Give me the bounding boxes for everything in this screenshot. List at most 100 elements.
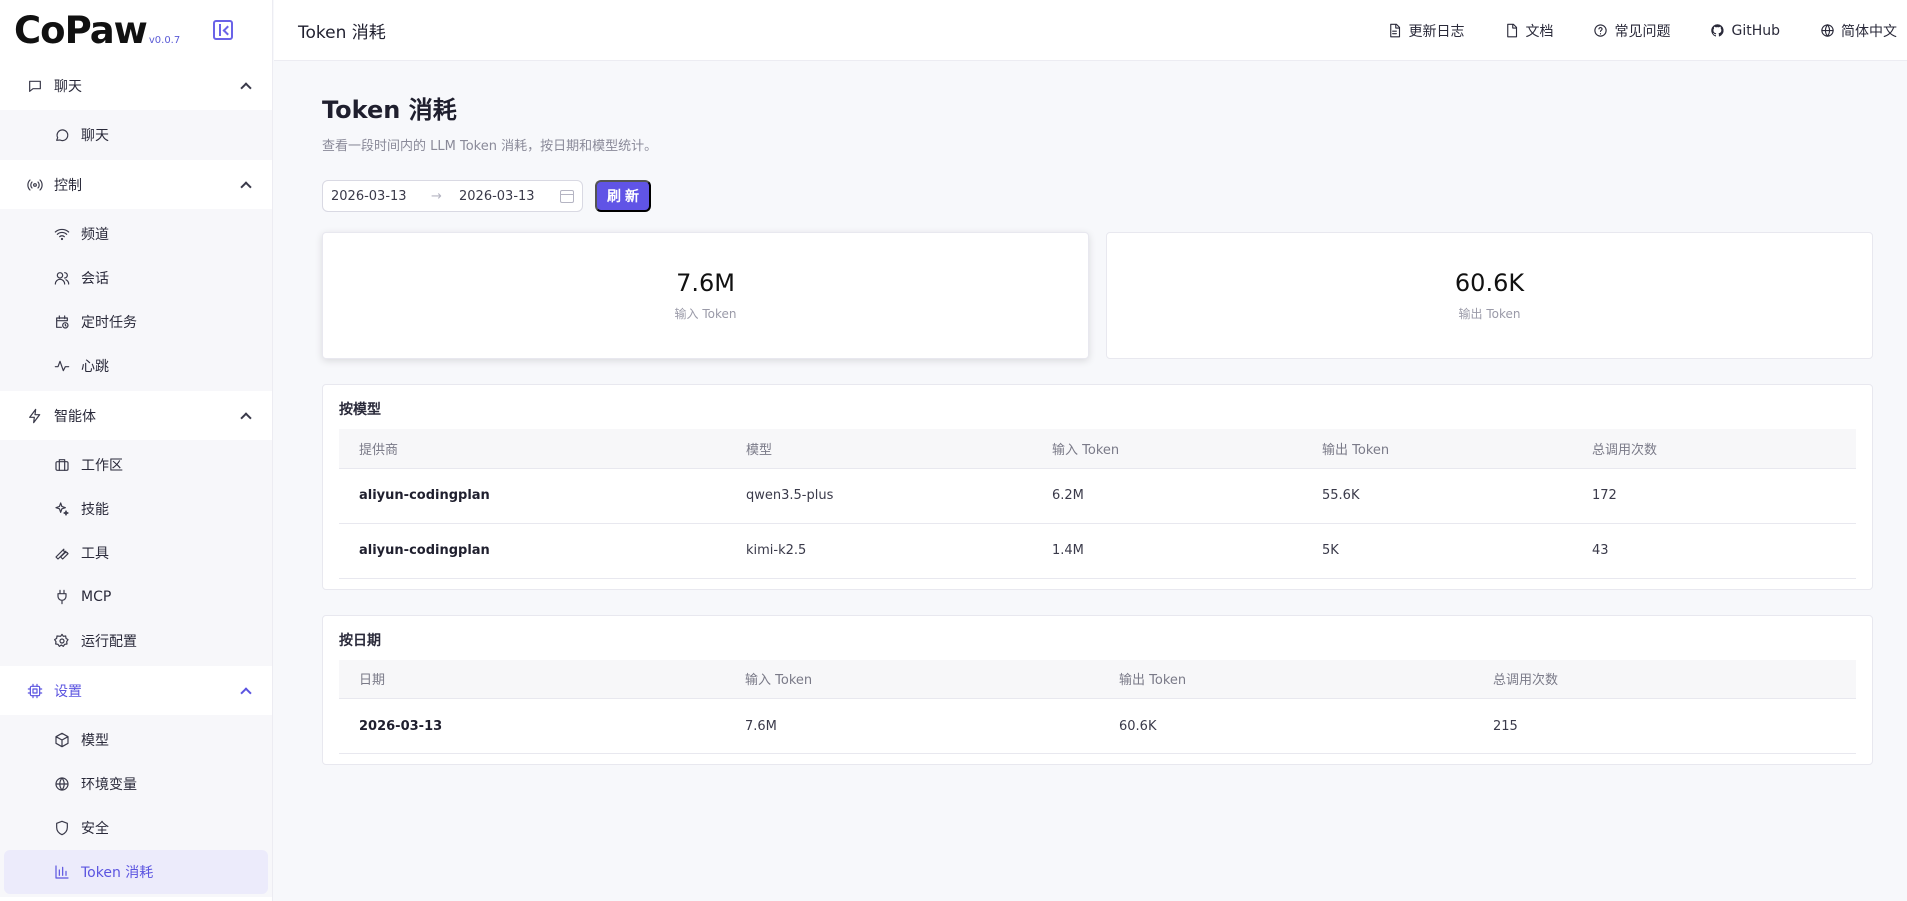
faq-link[interactable]: 常见问题 <box>1593 21 1670 41</box>
language-selector[interactable]: 简体中文 <box>1820 21 1897 41</box>
sidebar-group-label: 智能体 <box>54 408 96 425</box>
calendar-icon[interactable] <box>560 189 574 203</box>
sidebar-group-chat[interactable]: 聊天 <box>0 61 272 110</box>
date-range-start[interactable]: 2026-03-13 <box>331 189 431 204</box>
sidebar-item-label: 安全 <box>81 821 109 837</box>
app-version: v0.0.7 <box>148 35 181 46</box>
sidebar-item-label: 会话 <box>81 271 109 287</box>
sidebar-item-token-usage[interactable]: Token 消耗 <box>4 850 268 894</box>
sidebar-group-chat-items: 聊天 <box>0 110 272 160</box>
table-row: 2026-03-13 7.6M 60.6K 215 <box>339 698 1856 754</box>
github-icon <box>1711 24 1725 37</box>
message-square-icon <box>26 77 44 95</box>
cell-provider: aliyun-codingplan <box>339 468 726 524</box>
sidebar-item-label: 定时任务 <box>81 315 137 331</box>
output-token-card: 60.6K 输出 Token <box>1106 232 1873 359</box>
sidebar-item-models[interactable]: 模型 <box>4 718 268 762</box>
activity-icon <box>54 358 70 374</box>
summary-cards: 7.6M 输入 Token 60.6K 输出 Token <box>322 232 1907 359</box>
users-icon <box>54 270 70 286</box>
date-range-end[interactable]: 2026-03-13 <box>459 189 560 204</box>
sidebar-item-tools[interactable]: 工具 <box>4 531 268 575</box>
column-header-output[interactable]: 输出 Token <box>1302 429 1572 469</box>
sidebar-item-env-vars[interactable]: 环境变量 <box>4 762 268 806</box>
sidebar-item-label: 运行配置 <box>81 634 137 650</box>
page-description: 查看一段时间内的 LLM Token 消耗，按日期和模型统计。 <box>322 139 658 154</box>
sidebar-item-label: 环境变量 <box>81 777 137 793</box>
column-header-calls[interactable]: 总调用次数 <box>1572 429 1856 469</box>
calendar-clock-icon <box>54 314 70 330</box>
github-link[interactable]: GitHub <box>1710 23 1780 39</box>
sidebar-group-control[interactable]: 控制 <box>0 160 272 209</box>
app-logo[interactable]: CoPaw <box>14 12 148 49</box>
column-header-model[interactable]: 模型 <box>726 429 1032 469</box>
sidebar-item-label: 频道 <box>81 227 109 243</box>
table-row: aliyun-codingplan kimi-k2.5 1.4M 5K 43 <box>339 523 1856 579</box>
bar-chart-icon <box>54 864 70 880</box>
wifi-icon <box>54 226 70 242</box>
input-token-card: 7.6M 输入 Token <box>322 232 1089 359</box>
help-circle-icon <box>1594 24 1608 37</box>
cell-date: 2026-03-13 <box>339 698 725 754</box>
sidebar-item-label: 工具 <box>81 546 109 562</box>
changelog-link[interactable]: 更新日志 <box>1387 21 1464 41</box>
sidebar-item-runtime-config[interactable]: 运行配置 <box>4 619 268 663</box>
sidebar-item-skills[interactable]: 技能 <box>4 487 268 531</box>
file-text-icon <box>1390 23 1401 38</box>
docs-link[interactable]: 文档 <box>1504 21 1553 41</box>
date-range-separator: → <box>431 188 442 204</box>
sidebar-item-label: 心跳 <box>81 359 109 375</box>
column-header-input[interactable]: 输入 Token <box>1032 429 1302 469</box>
by-model-table: 提供商 模型 输入 Token 输出 Token 总调用次数 aliyun-co… <box>339 429 1856 579</box>
globe-icon <box>1821 24 1834 37</box>
sidebar-item-heartbeat[interactable]: 心跳 <box>4 344 268 388</box>
cell-model: kimi-k2.5 <box>726 523 1032 579</box>
by-model-panel: 按模型 提供商 模型 输入 Token 输出 Token 总调用次数 aliyu… <box>322 384 1873 590</box>
by-date-panel: 按日期 日期 输入 Token 输出 Token 总调用次数 2026-03-1… <box>322 614 1873 765</box>
docs-link-label: 文档 <box>1525 23 1554 40</box>
chevron-up-icon <box>240 686 252 699</box>
shield-icon <box>54 820 70 836</box>
sidebar-item-label: 工作区 <box>81 458 123 474</box>
sidebar-group-settings[interactable]: 设置 <box>0 666 272 715</box>
table-header-row: 日期 输入 Token 输出 Token 总调用次数 <box>339 659 1856 699</box>
input-token-value: 7.6M <box>676 269 735 297</box>
briefcase-icon <box>54 457 70 473</box>
sidebar-item-sessions[interactable]: 会话 <box>4 256 268 300</box>
sidebar-item-chat[interactable]: 聊天 <box>4 113 268 157</box>
cell-output: 55.6K <box>1302 468 1572 524</box>
sidebar-group-agents[interactable]: 智能体 <box>0 391 272 440</box>
date-range-picker[interactable]: 2026-03-13 → 2026-03-13 <box>322 180 583 212</box>
sidebar-collapse-icon[interactable] <box>213 20 233 40</box>
globe-icon <box>54 776 70 792</box>
faq-link-label: 常见问题 <box>1614 23 1671 40</box>
main-content: Token 消耗 查看一段时间内的 LLM Token 消耗，按日期和模型统计。… <box>274 62 1907 901</box>
header-title: Token 消耗 <box>298 22 386 43</box>
column-header-date[interactable]: 日期 <box>339 659 725 699</box>
cell-provider: aliyun-codingplan <box>339 523 726 579</box>
github-link-label: GitHub <box>1731 22 1780 39</box>
table-header-row: 提供商 模型 输入 Token 输出 Token 总调用次数 <box>339 429 1856 469</box>
output-token-label: 输出 Token <box>1458 307 1521 321</box>
gear-icon <box>54 633 70 649</box>
sidebar-group-label: 设置 <box>54 683 82 700</box>
column-header-output[interactable]: 输出 Token <box>1099 659 1473 699</box>
sidebar-item-security[interactable]: 安全 <box>4 806 268 850</box>
sidebar-group-agents-items: 工作区 技能 工具 MCP 运行配置 <box>0 440 272 666</box>
column-header-calls[interactable]: 总调用次数 <box>1473 659 1856 699</box>
refresh-button[interactable]: 刷新 <box>595 180 651 212</box>
cell-calls: 43 <box>1572 523 1856 579</box>
sidebar-group-label: 聊天 <box>54 78 82 95</box>
sidebar-item-label: 模型 <box>81 733 109 749</box>
sidebar-item-workspace[interactable]: 工作区 <box>4 443 268 487</box>
cell-input: 1.4M <box>1032 523 1302 579</box>
sidebar-item-mcp[interactable]: MCP <box>4 575 268 619</box>
zap-icon <box>26 407 44 425</box>
top-header: Token 消耗 更新日志 文档 常见问题 GitHub 简体中文 <box>274 0 1907 61</box>
sidebar-item-label: 技能 <box>81 502 109 518</box>
column-header-provider[interactable]: 提供商 <box>339 429 726 469</box>
sidebar-item-scheduled-tasks[interactable]: 定时任务 <box>4 300 268 344</box>
sidebar-item-channels[interactable]: 频道 <box>4 212 268 256</box>
message-circle-icon <box>54 127 70 143</box>
column-header-input[interactable]: 输入 Token <box>725 659 1099 699</box>
